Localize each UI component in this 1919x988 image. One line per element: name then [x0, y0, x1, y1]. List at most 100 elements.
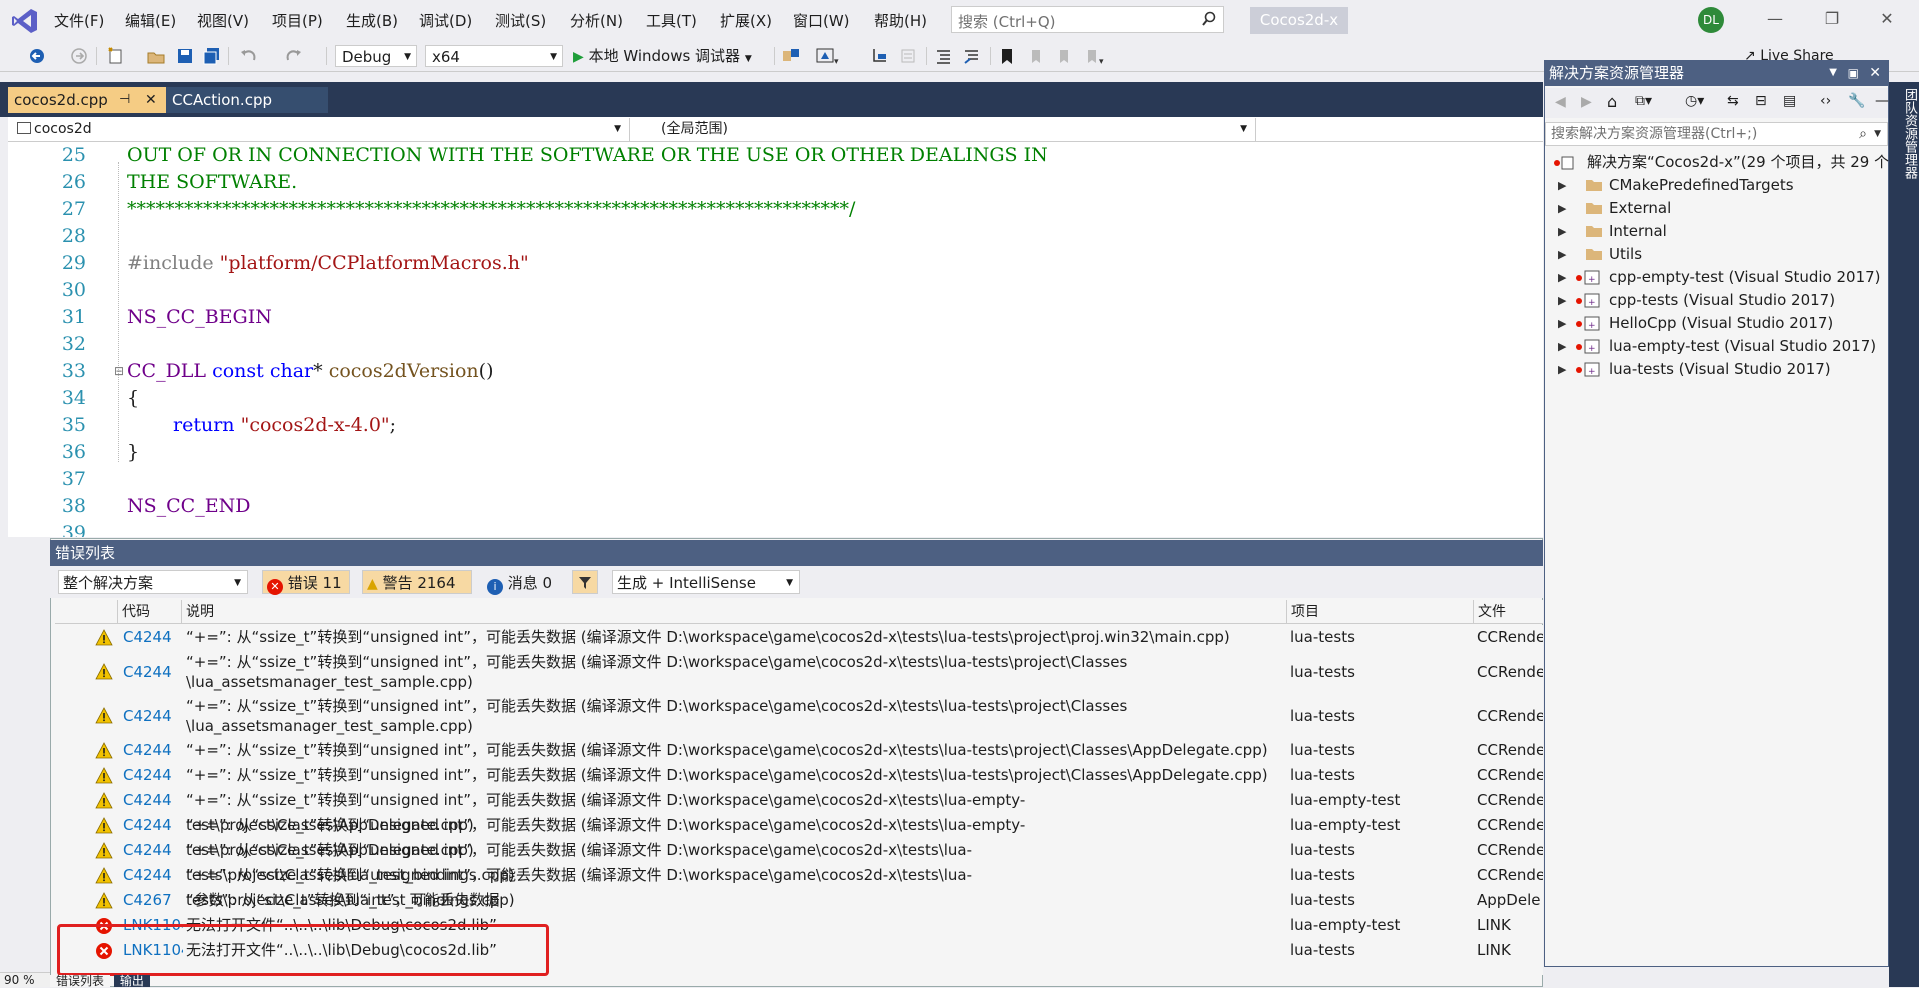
tab-error-list[interactable]: 错误列表 — [50, 975, 111, 987]
home-icon[interactable]: ⌂ — [1607, 92, 1617, 111]
disabled-tool-icon[interactable] — [898, 45, 918, 67]
uncomment-lines-icon[interactable] — [962, 45, 982, 67]
user-avatar[interactable]: DL — [1698, 7, 1724, 33]
save-icon[interactable] — [176, 45, 194, 67]
scope-filter-select[interactable]: 整个解决方案 ▼ — [58, 570, 248, 594]
solution-tree-item[interactable]: ▶ + cpp-empty-test (Visual Studio 2017) — [1545, 266, 1888, 289]
solution-root[interactable]: 解决方案“Cocos2d-x”(29 个项目，共 29 个) — [1545, 151, 1895, 174]
error-code-link[interactable]: C4244 — [123, 863, 183, 888]
view-code-icon[interactable]: ‹› — [1820, 93, 1831, 109]
menu-item[interactable]: 扩展(X) — [720, 10, 772, 32]
step-icon[interactable] — [870, 45, 890, 67]
column-header-project[interactable]: 项目 — [1286, 600, 1319, 624]
menu-item[interactable]: 文件(F) — [54, 10, 104, 32]
build-filter-icon[interactable] — [572, 570, 598, 594]
menu-item[interactable]: 测试(S) — [495, 10, 546, 32]
error-list-row[interactable]: C4244 “+=”: 从“ssize_t”转换到“unsigned int”，可… — [55, 763, 1543, 788]
redo-icon[interactable] — [282, 45, 304, 67]
solution-tree-item[interactable]: ▶ Internal — [1545, 220, 1888, 243]
team-explorer-side-tab[interactable]: 团队资源管理器 — [1889, 82, 1919, 987]
configuration-select[interactable]: Debug ▼ — [335, 45, 417, 67]
forward-icon[interactable] — [70, 45, 88, 67]
expand-icon[interactable]: ▶ — [1558, 289, 1566, 312]
solution-tree-item[interactable]: ▶ + lua-tests (Visual Studio 2017) — [1545, 358, 1888, 381]
show-all-files-icon[interactable]: ▤ — [1783, 93, 1796, 109]
close-tab-icon[interactable]: ✕ — [145, 87, 157, 113]
back-icon[interactable] — [28, 45, 46, 67]
pending-changes-icon[interactable]: ◷▾ — [1685, 93, 1704, 109]
forward-icon[interactable]: ▶ — [1581, 94, 1592, 110]
error-code-link[interactable]: C4244 — [123, 763, 183, 788]
solution-tree-item[interactable]: ▶ + lua-empty-test (Visual Studio 2017) — [1545, 335, 1888, 358]
project-scope-select[interactable]: cocos2d ▼ — [12, 118, 630, 141]
collapse-icon[interactable]: ⊟ — [114, 364, 124, 378]
quick-search-input[interactable]: 搜索 (Ctrl+Q) — [951, 6, 1224, 33]
clear-bookmarks-icon[interactable]: ▾ — [1082, 45, 1108, 67]
hot-reload-icon[interactable] — [781, 45, 801, 67]
menu-item[interactable]: 调试(D) — [419, 10, 472, 32]
menu-item[interactable]: 窗口(W) — [793, 10, 850, 32]
tab-output[interactable]: 输出 — [113, 975, 150, 987]
comment-lines-icon[interactable] — [934, 45, 954, 67]
error-list-row[interactable]: C4244 “+=”: 从“ssize_t”转换到“unsigned int”，可… — [55, 788, 1543, 834]
tab-cocos2d-cpp[interactable]: cocos2d.cpp ⊣ ✕ — [8, 87, 166, 113]
error-list-row[interactable]: C4244 “+=”: 从“ssize_t”转换到“unsigned int”，可… — [55, 813, 1543, 859]
solution-search-input[interactable]: 搜索解决方案资源管理器(Ctrl+;) ⌕ ▼ — [1545, 122, 1888, 146]
expand-icon[interactable]: ▶ — [1558, 243, 1566, 266]
zoom-level[interactable]: 90 % — [0, 972, 50, 987]
menu-item[interactable]: 项目(P) — [272, 10, 323, 32]
error-code-link[interactable]: C4244 — [123, 625, 183, 650]
expand-icon[interactable]: ▶ — [1558, 197, 1566, 220]
expand-icon[interactable]: ▶ — [1558, 335, 1566, 358]
error-code-link[interactable]: C4267 — [123, 888, 183, 913]
panel-menu-icon[interactable]: ▼ — [1829, 60, 1837, 86]
search-options-icon[interactable]: ▼ — [1874, 123, 1881, 145]
solution-tree-item[interactable]: ▶ External — [1545, 197, 1888, 220]
menu-item[interactable]: 工具(T) — [646, 10, 697, 32]
sync-icon[interactable]: ⇆ — [1727, 93, 1739, 109]
close-window-icon[interactable]: ✕ — [1872, 6, 1902, 32]
tab-ccaction-cpp[interactable]: CCAction.cpp — [166, 87, 328, 113]
browser-icon[interactable]: ▾ — [815, 45, 841, 67]
error-list-row[interactable]: C4244 “+=”: 从“ssize_t”转换到“unsigned int”，可… — [55, 738, 1543, 763]
save-all-icon[interactable] — [202, 45, 222, 67]
error-code-link[interactable]: C4244 — [123, 838, 183, 863]
warnings-filter-toggle[interactable]: ▲ 警告 2164 — [362, 570, 472, 594]
source-filter-select[interactable]: 生成 + IntelliSense ▼ — [612, 570, 800, 594]
errors-filter-toggle[interactable]: ✕ 错误 11 — [262, 570, 350, 595]
next-bookmark-icon[interactable] — [1054, 45, 1074, 67]
expand-icon[interactable]: ▶ — [1558, 358, 1566, 381]
panel-maximize-icon[interactable]: ▣ — [1848, 60, 1859, 86]
error-list-row[interactable]: C4244 “+=”: 从“ssize_t”转换到“unsigned int”，可… — [55, 650, 1543, 694]
menu-item[interactable]: 帮助(H) — [874, 10, 927, 32]
menu-item[interactable]: 编辑(E) — [125, 10, 176, 32]
platform-select[interactable]: x64 ▼ — [425, 45, 563, 67]
menu-item[interactable]: 分析(N) — [570, 10, 623, 32]
error-code-link[interactable]: C4244 — [123, 788, 183, 813]
start-debugger-button[interactable]: ▶ 本地 Windows 调试器 ▼ — [573, 45, 769, 67]
solution-tree-item[interactable]: ▶ Utils — [1545, 243, 1888, 266]
expand-icon[interactable]: ▶ — [1558, 312, 1566, 335]
switch-views-icon[interactable]: ⧉▾ — [1635, 93, 1652, 109]
undo-icon[interactable] — [238, 45, 260, 67]
open-file-icon[interactable] — [146, 45, 166, 67]
new-project-icon[interactable] — [106, 45, 126, 67]
menu-item[interactable]: 生成(B) — [346, 10, 398, 32]
bookmark-icon[interactable] — [998, 45, 1016, 67]
error-code-link[interactable]: C4244 — [123, 738, 183, 763]
minimize-icon[interactable]: — — [1760, 6, 1790, 32]
column-header-file[interactable]: 文件 — [1473, 600, 1506, 624]
error-list-row[interactable]: C4244 “+=”: 从“ssize_t”转换到“unsigned int”，可… — [55, 863, 1543, 909]
menu-item[interactable]: 视图(V) — [197, 10, 249, 32]
solution-tree-item[interactable]: ▶ + cpp-tests (Visual Studio 2017) — [1545, 289, 1888, 312]
prev-bookmark-icon[interactable] — [1026, 45, 1046, 67]
more-icon[interactable]: — — [1875, 93, 1889, 109]
collapse-all-icon[interactable]: ⊟ — [1755, 93, 1767, 109]
panel-close-icon[interactable]: ✕ — [1869, 60, 1881, 86]
member-scope-select[interactable]: (全局范围) ▼ — [636, 118, 1256, 141]
error-list-row[interactable]: C4267 “参数”: 从“size_t”转换到“int”，可能丢失数据 lua-t… — [55, 888, 1543, 913]
expand-icon[interactable]: ▶ — [1558, 220, 1566, 243]
pin-icon[interactable]: ⊣ — [119, 87, 130, 113]
messages-filter-toggle[interactable]: i 消息 0 — [482, 570, 556, 595]
properties-icon[interactable]: 🔧 — [1848, 93, 1865, 109]
